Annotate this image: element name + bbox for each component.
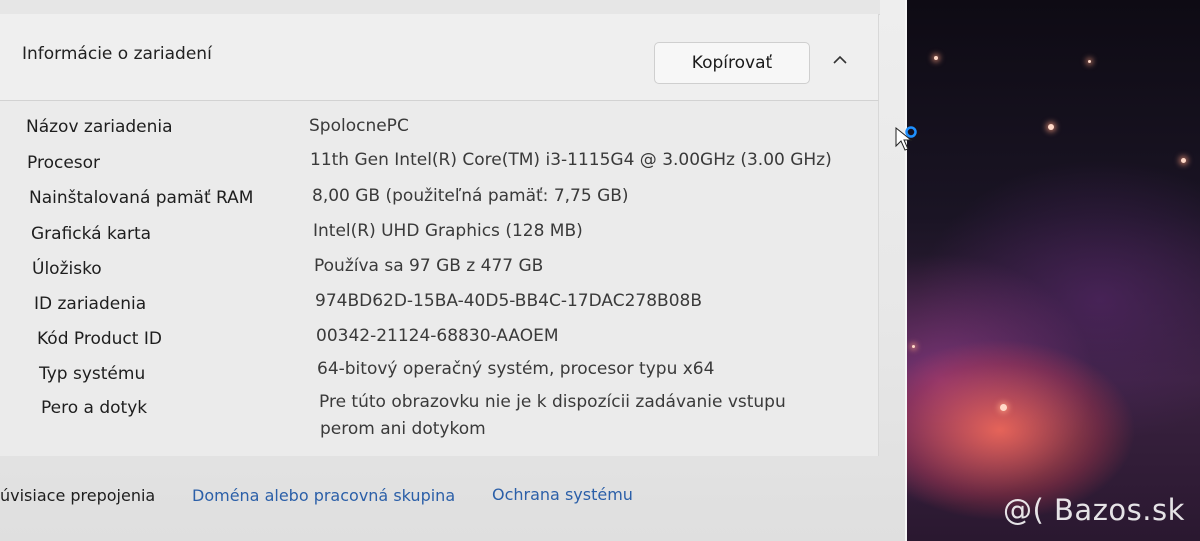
watermark-text: @( Bazos.sk — [1003, 493, 1185, 527]
section-title: Informácie o zariadení — [22, 44, 212, 64]
star — [934, 56, 938, 60]
spec-label-product-id: Kód Product ID — [37, 329, 162, 349]
spec-label-graphics: Grafická karta — [31, 224, 152, 244]
spec-value-ram[interactable]: 8,00 GB (použiteľná pamäť: 7,75 GB) — [312, 186, 629, 206]
star — [1088, 60, 1091, 63]
settings-window: Informácie o zariadení Kopírovať Názov z… — [0, 0, 907, 541]
copy-button[interactable]: Kopírovať — [654, 42, 810, 84]
spec-value-device-id[interactable]: 974BD62D-15BA-40D5-BB4C-17DAC278B08B — [315, 291, 702, 311]
screen: Informácie o zariadení Kopírovať Názov z… — [0, 0, 1200, 541]
spec-label-device-name: Názov zariadenia — [26, 117, 173, 137]
star — [1048, 124, 1054, 130]
spec-label-storage: Úložisko — [32, 259, 102, 279]
spec-value-product-id[interactable]: 00342-21124-68830-AAOEM — [316, 326, 559, 346]
related-links-label: úvisiace prepojenia — [0, 486, 156, 505]
chevron-up-icon[interactable] — [832, 54, 848, 66]
spec-value-processor[interactable]: 11th Gen Intel(R) Core(TM) i3-1115G4 @ 3… — [310, 150, 832, 170]
spec-value-graphics[interactable]: Intel(R) UHD Graphics (128 MB) — [313, 221, 583, 241]
spec-label-system-type: Typ systému — [39, 364, 146, 384]
star — [1181, 158, 1186, 163]
spec-label-processor: Procesor — [27, 153, 101, 173]
system-protection-link[interactable]: Ochrana systému — [492, 485, 633, 504]
device-info-header[interactable]: Informácie o zariadení Kopírovať — [0, 14, 879, 101]
desktop-wallpaper — [880, 0, 1200, 541]
spec-value-pen-touch[interactable]: Pre túto obrazovku nie je k dispozícii z… — [319, 392, 786, 412]
spec-value-device-name[interactable]: SpolocnePC — [309, 116, 409, 136]
previous-card-edge — [0, 0, 880, 15]
star — [912, 345, 915, 348]
busy-cursor-icon — [895, 126, 917, 151]
spec-value-pen-touch-line2: perom ani dotykom — [320, 419, 486, 439]
spec-value-system-type[interactable]: 64-bitový operačný systém, procesor typu… — [317, 359, 714, 379]
domain-workgroup-link[interactable]: Doména alebo pracovná skupina — [192, 486, 455, 505]
star — [1000, 404, 1007, 411]
spec-value-storage[interactable]: Používa sa 97 GB z 477 GB — [314, 256, 543, 276]
spec-label-ram: Nainštalovaná pamäť RAM — [29, 188, 254, 208]
spec-label-device-id: ID zariadenia — [34, 294, 147, 314]
spec-label-pen-touch: Pero a dotyk — [41, 398, 148, 418]
